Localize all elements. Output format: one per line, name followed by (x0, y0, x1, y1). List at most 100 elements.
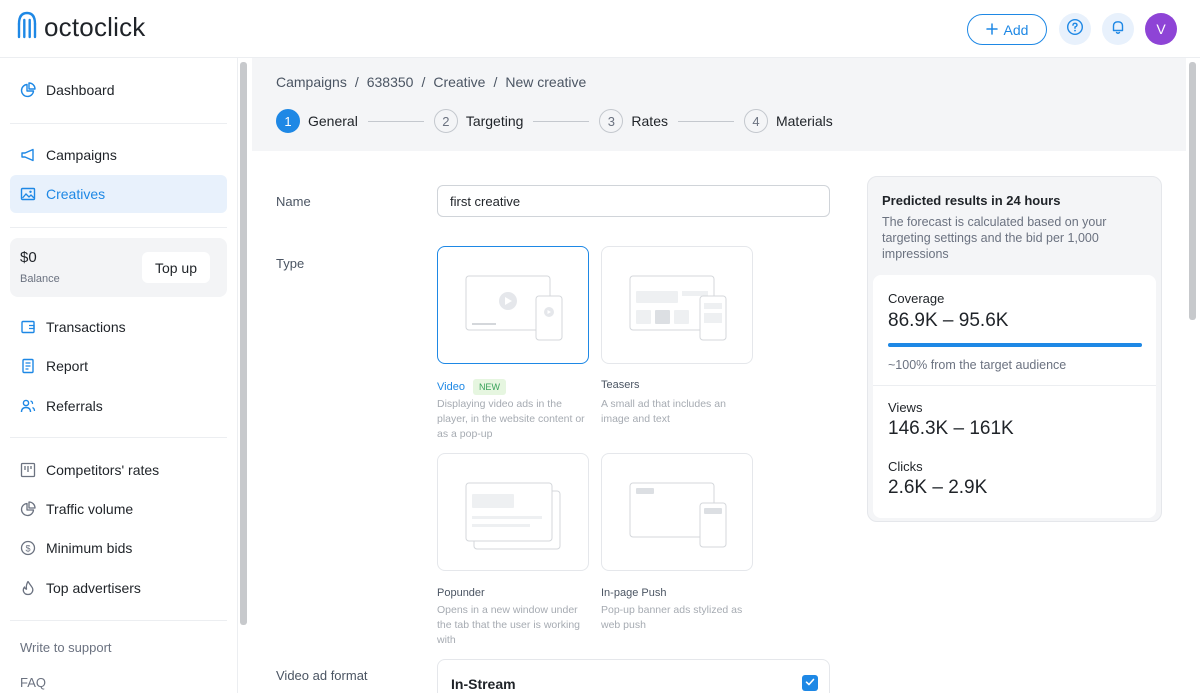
sidebar-item-competitors-rates[interactable]: Competitors' rates (10, 451, 227, 489)
flame-icon (20, 580, 36, 596)
new-badge: NEW (472, 379, 506, 395)
type-card-popunder[interactable] (437, 453, 589, 571)
dollar-circle-icon: $ (20, 540, 36, 556)
pie-chart-icon (20, 501, 36, 517)
sidebar-item-label: Minimum bids (46, 540, 133, 556)
type-card-in-page-push[interactable] (601, 453, 753, 571)
video-illustration-icon (465, 275, 563, 341)
checkbox-checked[interactable] (802, 675, 818, 691)
step-number: 2 (433, 109, 458, 133)
views-value: 146.3K – 161K (888, 418, 1014, 439)
sidebar-divider (10, 227, 227, 228)
help-button[interactable] (1059, 13, 1091, 45)
breadcrumb-separator: / (354, 74, 359, 90)
main-scrollbar[interactable] (1189, 62, 1196, 320)
sidebar-item-campaigns[interactable]: Campaigns (10, 136, 227, 174)
type-desc-in-page-push: Pop-up banner ads stylized as web push (601, 604, 743, 631)
top-up-button[interactable]: Top up (142, 252, 210, 283)
bell-icon (1109, 18, 1127, 41)
sidebar-divider (10, 123, 227, 124)
name-input[interactable] (437, 185, 830, 217)
type-desc-teasers: A small ad that includes an image and te… (601, 398, 726, 425)
sidebar-item-label: Dashboard (46, 82, 115, 98)
step-materials[interactable]: 4 Materials (743, 109, 833, 133)
balance-card: $0 Balance Top up (10, 238, 227, 297)
pie-chart-icon (20, 82, 36, 98)
svg-text:$: $ (25, 543, 30, 553)
sidebar-item-top-advertisers[interactable]: Top advertisers (10, 569, 227, 607)
sidebar-divider (10, 620, 227, 621)
push-illustration-icon (629, 482, 727, 548)
sidebar-item-report[interactable]: Report (10, 347, 227, 385)
step-rates[interactable]: 3 Rates (599, 109, 668, 133)
forecast-divider (873, 385, 1156, 386)
breadcrumb-separator: / (493, 74, 498, 90)
sidebar-item-referrals[interactable]: Referrals (10, 387, 227, 425)
step-label: General (308, 113, 358, 129)
write-to-support-link[interactable]: Write to support (20, 640, 112, 655)
teasers-illustration-icon (629, 275, 727, 341)
add-button-label: Add (1003, 21, 1029, 38)
sidebar-item-label: Transactions (46, 319, 126, 335)
sidebar: Dashboard Campaigns Creatives $0 Balance… (0, 58, 238, 693)
balance-label: Balance (20, 273, 60, 285)
sidebar-item-label: Report (46, 358, 89, 374)
type-desc-popunder: Opens in a new window under the tab that… (437, 604, 580, 646)
type-title-in-page-push: In-page Push (601, 587, 667, 599)
video-format-option-in-stream[interactable]: In-Stream (437, 659, 830, 693)
sidebar-item-creatives[interactable]: Creatives (10, 175, 227, 213)
octopus-logo-icon (16, 10, 38, 45)
columns-icon (20, 462, 36, 478)
type-desc-video: Displaying video ads in the player, in t… (437, 398, 585, 440)
breadcrumb-item[interactable]: 638350 (367, 74, 414, 90)
sidebar-item-transactions[interactable]: Transactions (10, 308, 227, 346)
step-general[interactable]: 1 General (276, 109, 358, 133)
add-button[interactable]: Add (967, 14, 1047, 45)
coverage-progress-fill (888, 343, 1142, 347)
notifications-button[interactable] (1102, 13, 1134, 45)
coverage-note: ~100% from the target audience (888, 358, 1067, 372)
clicks-label: Clicks (888, 459, 923, 474)
question-icon (1066, 18, 1084, 41)
step-connector (677, 120, 734, 122)
step-connector (533, 120, 590, 122)
video-format-label: Video ad format (276, 668, 368, 683)
breadcrumb-current: New creative (505, 74, 587, 90)
breadcrumb-separator: / (421, 74, 426, 90)
forecast-description: The forecast is calculated based on your… (882, 215, 1107, 261)
name-label: Name (276, 194, 311, 209)
sidebar-item-minimum-bids[interactable]: $ Minimum bids (10, 529, 227, 567)
sidebar-item-label: Creatives (46, 186, 106, 202)
sidebar-item-label: Competitors' rates (46, 462, 160, 478)
step-label: Rates (631, 113, 668, 129)
step-number: 3 (599, 109, 624, 133)
sidebar-item-label: Referrals (46, 398, 103, 414)
sidebar-item-traffic-volume[interactable]: Traffic volume (10, 490, 227, 528)
sidebar-item-label: Top advertisers (46, 580, 141, 596)
logo-text: octoclick (44, 12, 146, 42)
user-avatar[interactable]: V (1145, 13, 1177, 45)
type-card-teasers[interactable] (601, 246, 753, 364)
step-label: Materials (775, 113, 833, 129)
breadcrumb-item[interactable]: Creative (433, 74, 485, 90)
type-title-text: Video (437, 381, 465, 393)
step-targeting[interactable]: 2 Targeting (433, 109, 524, 133)
breadcrumb-item[interactable]: Campaigns (276, 74, 347, 90)
forecast-title: Predicted results in 24 hours (882, 193, 1061, 208)
step-label: Targeting (465, 113, 524, 129)
sidebar-item-dashboard[interactable]: Dashboard (10, 71, 227, 109)
check-icon (805, 674, 815, 692)
faq-link[interactable]: FAQ (20, 675, 46, 690)
forecast-metrics-card: Coverage 86.9K – 95.6K ~100% from the ta… (873, 275, 1156, 518)
logo[interactable]: octoclick (16, 10, 146, 45)
coverage-progress-bar (888, 343, 1142, 347)
step-connector (367, 120, 424, 122)
sidebar-scrollbar[interactable] (240, 62, 247, 625)
type-card-video[interactable] (437, 246, 589, 364)
step-number: 4 (743, 109, 768, 133)
balance-amount: $0 (20, 249, 37, 266)
sidebar-item-label: Traffic volume (46, 501, 134, 517)
wizard-steps: 1 General 2 Targeting 3 Rates 4 Material… (276, 109, 833, 133)
users-icon (20, 398, 36, 414)
format-option-title: In-Stream (451, 676, 516, 692)
